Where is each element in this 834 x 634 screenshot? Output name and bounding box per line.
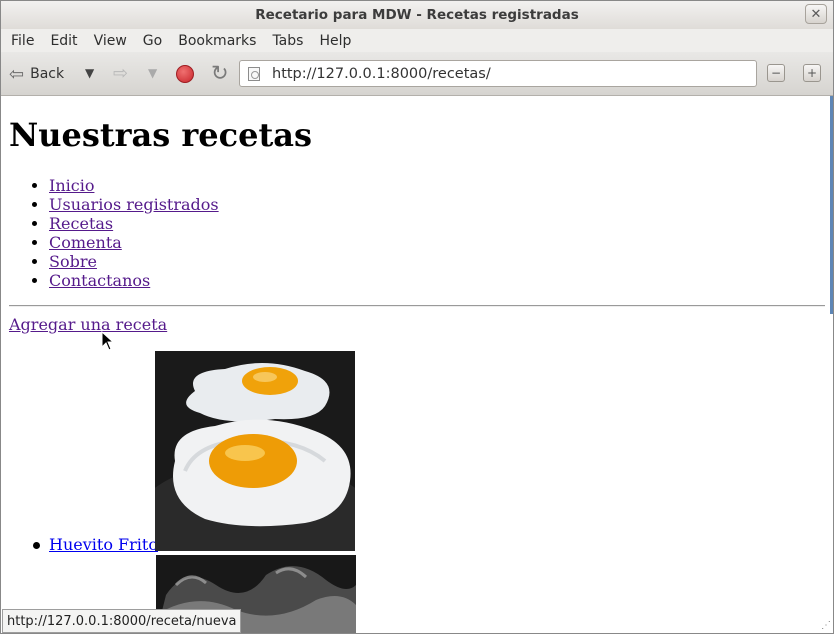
zoom-out-button[interactable]: − — [767, 64, 785, 82]
nav-item-comenta: Comenta — [49, 233, 219, 252]
nav-item-sobre: Sobre — [49, 252, 219, 271]
browser-window: Recetario para MDW - Recetas registradas… — [0, 0, 834, 634]
status-bar: http://127.0.0.1:8000/receta/nueva — [2, 609, 242, 633]
navigation-toolbar: ⇦ Back ▼ ⇨ ▼ ↻ http://127.0.0.1:8000/rec… — [1, 52, 833, 96]
divider — [9, 305, 825, 307]
mouse-pointer-icon — [101, 331, 115, 351]
add-recipe-link[interactable]: Agregar una receta — [9, 315, 167, 334]
url-text: http://127.0.0.1:8000/recetas/ — [272, 65, 491, 82]
recipe-link-huevito-frito[interactable]: Huevito Frito — [49, 535, 158, 554]
recipe-bullet — [33, 542, 40, 549]
page-title: Nuestras recetas — [9, 116, 313, 154]
nav-link-contactanos[interactable]: Contactanos — [49, 271, 150, 290]
site-nav: Inicio Usuarios registrados Recetas Come… — [49, 176, 219, 290]
fried-eggs-image — [155, 351, 355, 551]
address-bar[interactable]: http://127.0.0.1:8000/recetas/ — [239, 60, 757, 87]
menu-help[interactable]: Help — [311, 33, 359, 49]
title-bar: Recetario para MDW - Recetas registradas… — [1, 1, 833, 29]
stop-icon[interactable] — [176, 65, 194, 83]
menu-edit[interactable]: Edit — [42, 33, 85, 49]
zoom-in-button[interactable]: + — [803, 64, 821, 82]
menu-tabs[interactable]: Tabs — [264, 33, 311, 49]
close-window-button[interactable]: ✕ — [805, 4, 827, 24]
menu-file[interactable]: File — [3, 33, 42, 49]
menu-bar: File Edit View Go Bookmarks Tabs Help — [1, 29, 833, 52]
menu-bookmarks[interactable]: Bookmarks — [170, 33, 264, 49]
nav-link-sobre[interactable]: Sobre — [49, 252, 97, 271]
page-content: Nuestras recetas Inicio Usuarios registr… — [1, 96, 833, 633]
back-label: Back — [30, 66, 65, 82]
forward-history-chevron-icon[interactable]: ▼ — [148, 66, 157, 80]
nav-item-inicio: Inicio — [49, 176, 219, 195]
nav-item-usuarios: Usuarios registrados — [49, 195, 219, 214]
nav-link-recetas[interactable]: Recetas — [49, 214, 113, 233]
menu-go[interactable]: Go — [135, 33, 170, 49]
menu-view[interactable]: View — [86, 33, 135, 49]
back-history-chevron-icon[interactable]: ▼ — [85, 66, 94, 80]
forward-arrow-icon[interactable]: ⇨ — [113, 63, 128, 84]
window-title: Recetario para MDW - Recetas registradas — [255, 7, 579, 23]
nav-link-inicio[interactable]: Inicio — [49, 176, 94, 195]
nav-item-contactanos: Contactanos — [49, 271, 219, 290]
resize-grip-icon[interactable]: ⋰ — [821, 620, 831, 631]
reload-icon[interactable]: ↻ — [211, 61, 229, 85]
page-icon — [248, 66, 260, 81]
status-text: http://127.0.0.1:8000/receta/nueva — [7, 613, 237, 629]
nav-item-recetas: Recetas — [49, 214, 219, 233]
nav-link-usuarios[interactable]: Usuarios registrados — [49, 195, 219, 214]
scroll-indicator[interactable] — [830, 96, 833, 314]
back-button[interactable]: ⇦ Back — [9, 63, 64, 85]
nav-link-comenta[interactable]: Comenta — [49, 233, 122, 252]
back-arrow-icon: ⇦ — [9, 63, 25, 85]
